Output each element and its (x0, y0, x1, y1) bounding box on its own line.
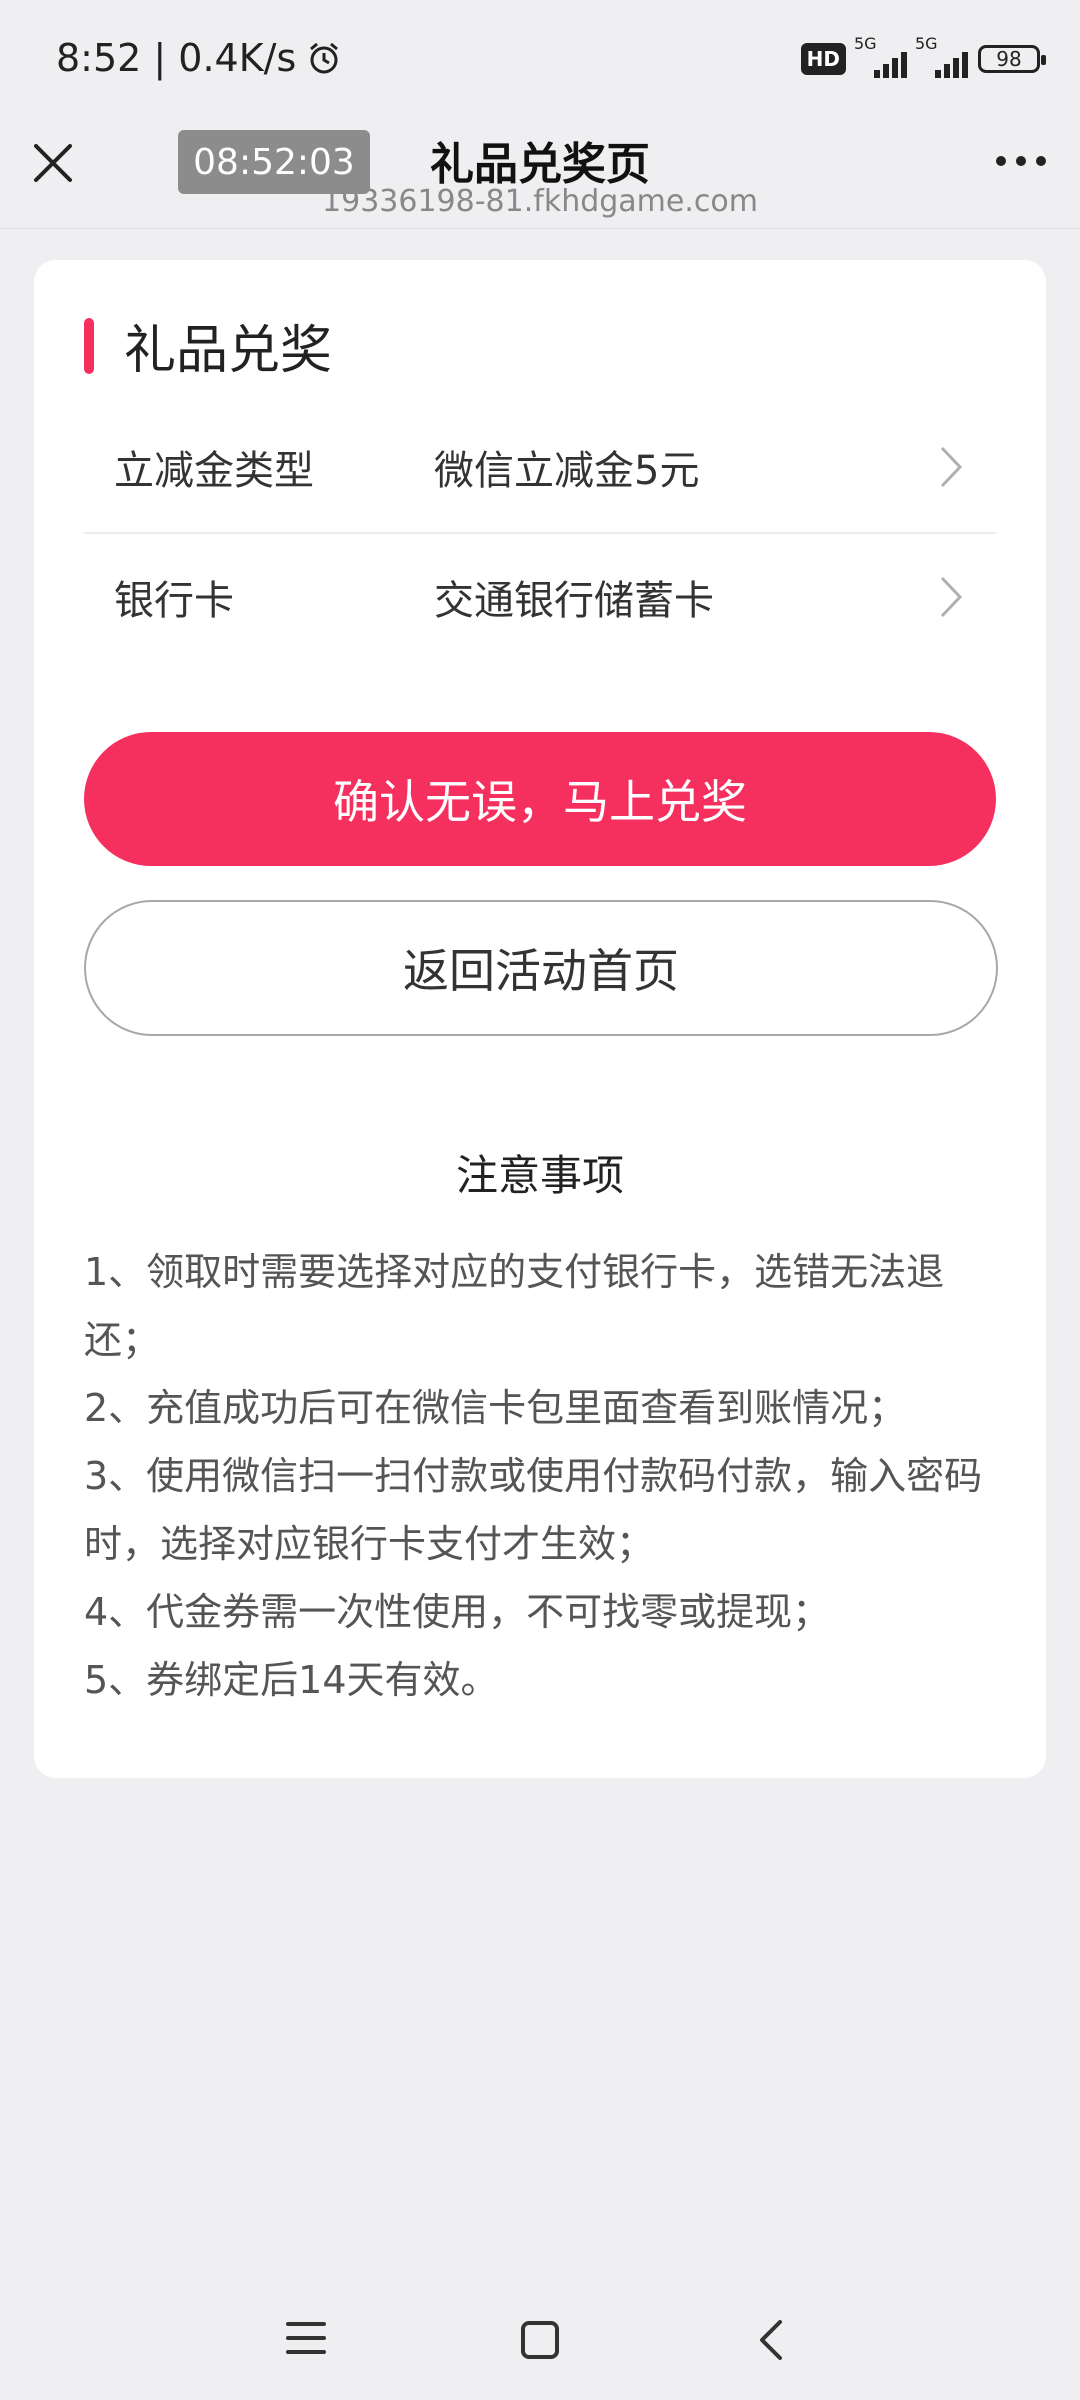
note-item: 5、券绑定后14天有效。 (84, 1658, 499, 1702)
section-title: 礼品兑奖 (84, 308, 332, 383)
back-icon[interactable] (756, 2318, 786, 2362)
more-icon[interactable] (996, 156, 1046, 166)
menu-icon[interactable] (286, 2320, 326, 2356)
coupon-type-row[interactable]: 立减金类型 微信立减金5元 (84, 402, 996, 532)
system-nav-bar (0, 2270, 1080, 2400)
notes-title: 注意事项 (455, 1151, 624, 1200)
status-right: HD 5G 5G 98 (800, 34, 1046, 78)
status-bar: 8:52 | 0.4K/s HD 5G 5G 98 (0, 0, 1080, 120)
chevron-right-icon (940, 576, 963, 618)
section-title-text: 礼品兑奖 (124, 321, 333, 381)
signal-icon: 5G (854, 34, 907, 78)
row-label: 立减金类型 (114, 448, 314, 494)
nav-bar: 礼品兑奖页 19336198-81.fkhdgame.com 08:52:03 (0, 120, 1080, 229)
note-item: 1、领取时需要选择对应的支付银行卡，选错无法退还； (84, 1250, 945, 1362)
hd-badge: HD (800, 43, 846, 75)
note-item: 4、代金券需一次性使用，不可找零或提现； (84, 1590, 831, 1634)
redeem-card: 礼品兑奖 立减金类型 微信立减金5元 银行卡 交通银行储蓄卡 确认无误，马上兑奖… (34, 260, 1046, 1778)
row-label: 银行卡 (114, 578, 234, 624)
row-value: 微信立减金5元 (434, 448, 700, 494)
chevron-right-icon (940, 446, 963, 488)
page-title: 礼品兑奖页 (430, 139, 650, 190)
status-left: 8:52 | 0.4K/s (56, 36, 342, 80)
confirm-redeem-button[interactable]: 确认无误，马上兑奖 (84, 732, 996, 866)
notes-list: 1、领取时需要选择对应的支付银行卡，选错无法退还； 2、充值成功后可在微信卡包里… (84, 1238, 1014, 1714)
back-home-button[interactable]: 返回活动首页 (84, 900, 998, 1036)
time-speed: 8:52 | 0.4K/s (56, 36, 297, 80)
home-icon[interactable] (520, 2320, 560, 2360)
signal-label: 5G (854, 34, 877, 53)
signal-icon: 5G (915, 34, 968, 78)
note-item: 3、使用微信扫一扫付款或使用付款码付款，输入密码时，选择对应银行卡支付才生效； (84, 1454, 983, 1566)
battery-icon: 98 (978, 45, 1046, 73)
alarm-icon (310, 42, 339, 74)
row-value: 交通银行储蓄卡 (434, 578, 714, 624)
note-item: 2、充值成功后可在微信卡包里面查看到账情况； (84, 1386, 907, 1430)
page-url: 19336198-81.fkhdgame.com (322, 184, 758, 219)
battery-level: 98 (996, 47, 1022, 71)
bank-card-row[interactable]: 银行卡 交通银行储蓄卡 (84, 532, 996, 662)
timer-badge: 08:52:03 (178, 130, 370, 194)
signal-label: 5G (915, 34, 938, 53)
accent-bar (84, 317, 94, 374)
